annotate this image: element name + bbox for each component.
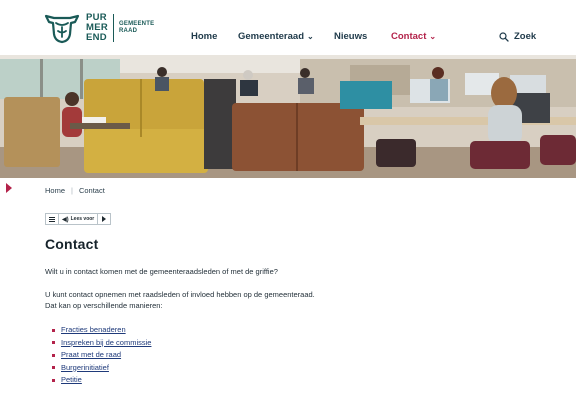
nav-item-label: Gemeenteraad [238,31,305,42]
play-icon [102,216,107,222]
body-text-line-1: U kunt contact opnemen met raadsleden of… [45,290,315,299]
breadcrumb-home-link[interactable]: Home [45,186,65,195]
list-item: Praat met de raad [52,349,151,362]
readspeaker-label: Lees voor [70,216,95,222]
site-header: PUR MER END GEMEENTE RAAD Home Gemeenter… [0,0,576,55]
hero-image [0,55,576,178]
breadcrumb-current: Contact [78,186,105,195]
nav-item-contact[interactable]: Contact ⌄ [391,31,436,42]
nav-item-label: Home [191,31,218,42]
nav-item-label: Nieuws [334,31,368,42]
link-inspreken[interactable]: Inspreken bij de commissie [61,337,151,350]
bullet-icon [52,328,55,332]
chevron-down-icon: ⌄ [429,32,437,41]
link-petitie[interactable]: Petitie [61,374,82,387]
nav-item-home[interactable]: Home [191,31,217,42]
bullet-icon [52,353,55,357]
search-button[interactable]: Zoek [499,31,536,42]
main-nav: Home Gemeenteraad ⌄ Nieuws Contact ⌄ [0,31,576,45]
link-fracties-benaderen[interactable]: Fracties benaderen [61,324,126,337]
page-marker [6,183,12,193]
bullet-icon [52,341,55,345]
contact-options-list: Fracties benaderen Inspreken bij de comm… [52,324,151,387]
nav-item-gemeenteraad[interactable]: Gemeenteraad ⌄ [238,31,314,42]
chevron-down-icon: ⌄ [307,32,314,41]
intro-text: Wilt u in contact komen met de gemeenter… [45,267,278,276]
readspeaker-bar: ◀) Lees voor [45,213,112,225]
office-scene-illustration [0,55,576,178]
link-praat-met-de-raad[interactable]: Praat met de raad [61,349,121,362]
list-item: Burgerinitiatief [52,362,151,375]
logo-sub-line-1: GEMEENTE [119,21,155,27]
readspeaker-menu-button[interactable] [46,214,59,224]
list-item: Petitie [52,374,151,387]
readspeaker-listen-button[interactable]: ◀) Lees voor [59,214,99,224]
menu-icon [49,216,55,222]
search-icon [499,31,509,42]
bullet-icon [52,366,55,370]
speaker-icon: ◀) [62,216,69,223]
breadcrumb: Home | Contact [45,186,105,195]
list-item: Fracties benaderen [52,324,151,337]
bullet-icon [52,378,55,382]
breadcrumb-separator: | [71,186,73,195]
readspeaker-play-button[interactable] [98,214,110,224]
nav-item-nieuws[interactable]: Nieuws [334,31,367,42]
search-label: Zoek [514,31,537,42]
list-item: Inspreken bij de commissie [52,337,151,350]
page-title: Contact [45,236,99,252]
link-burgerinitiatief[interactable]: Burgerinitiatief [61,362,109,375]
nav-item-label: Contact [391,31,427,42]
body-text-line-2: Dat kan op verschillende manieren: [45,301,163,310]
